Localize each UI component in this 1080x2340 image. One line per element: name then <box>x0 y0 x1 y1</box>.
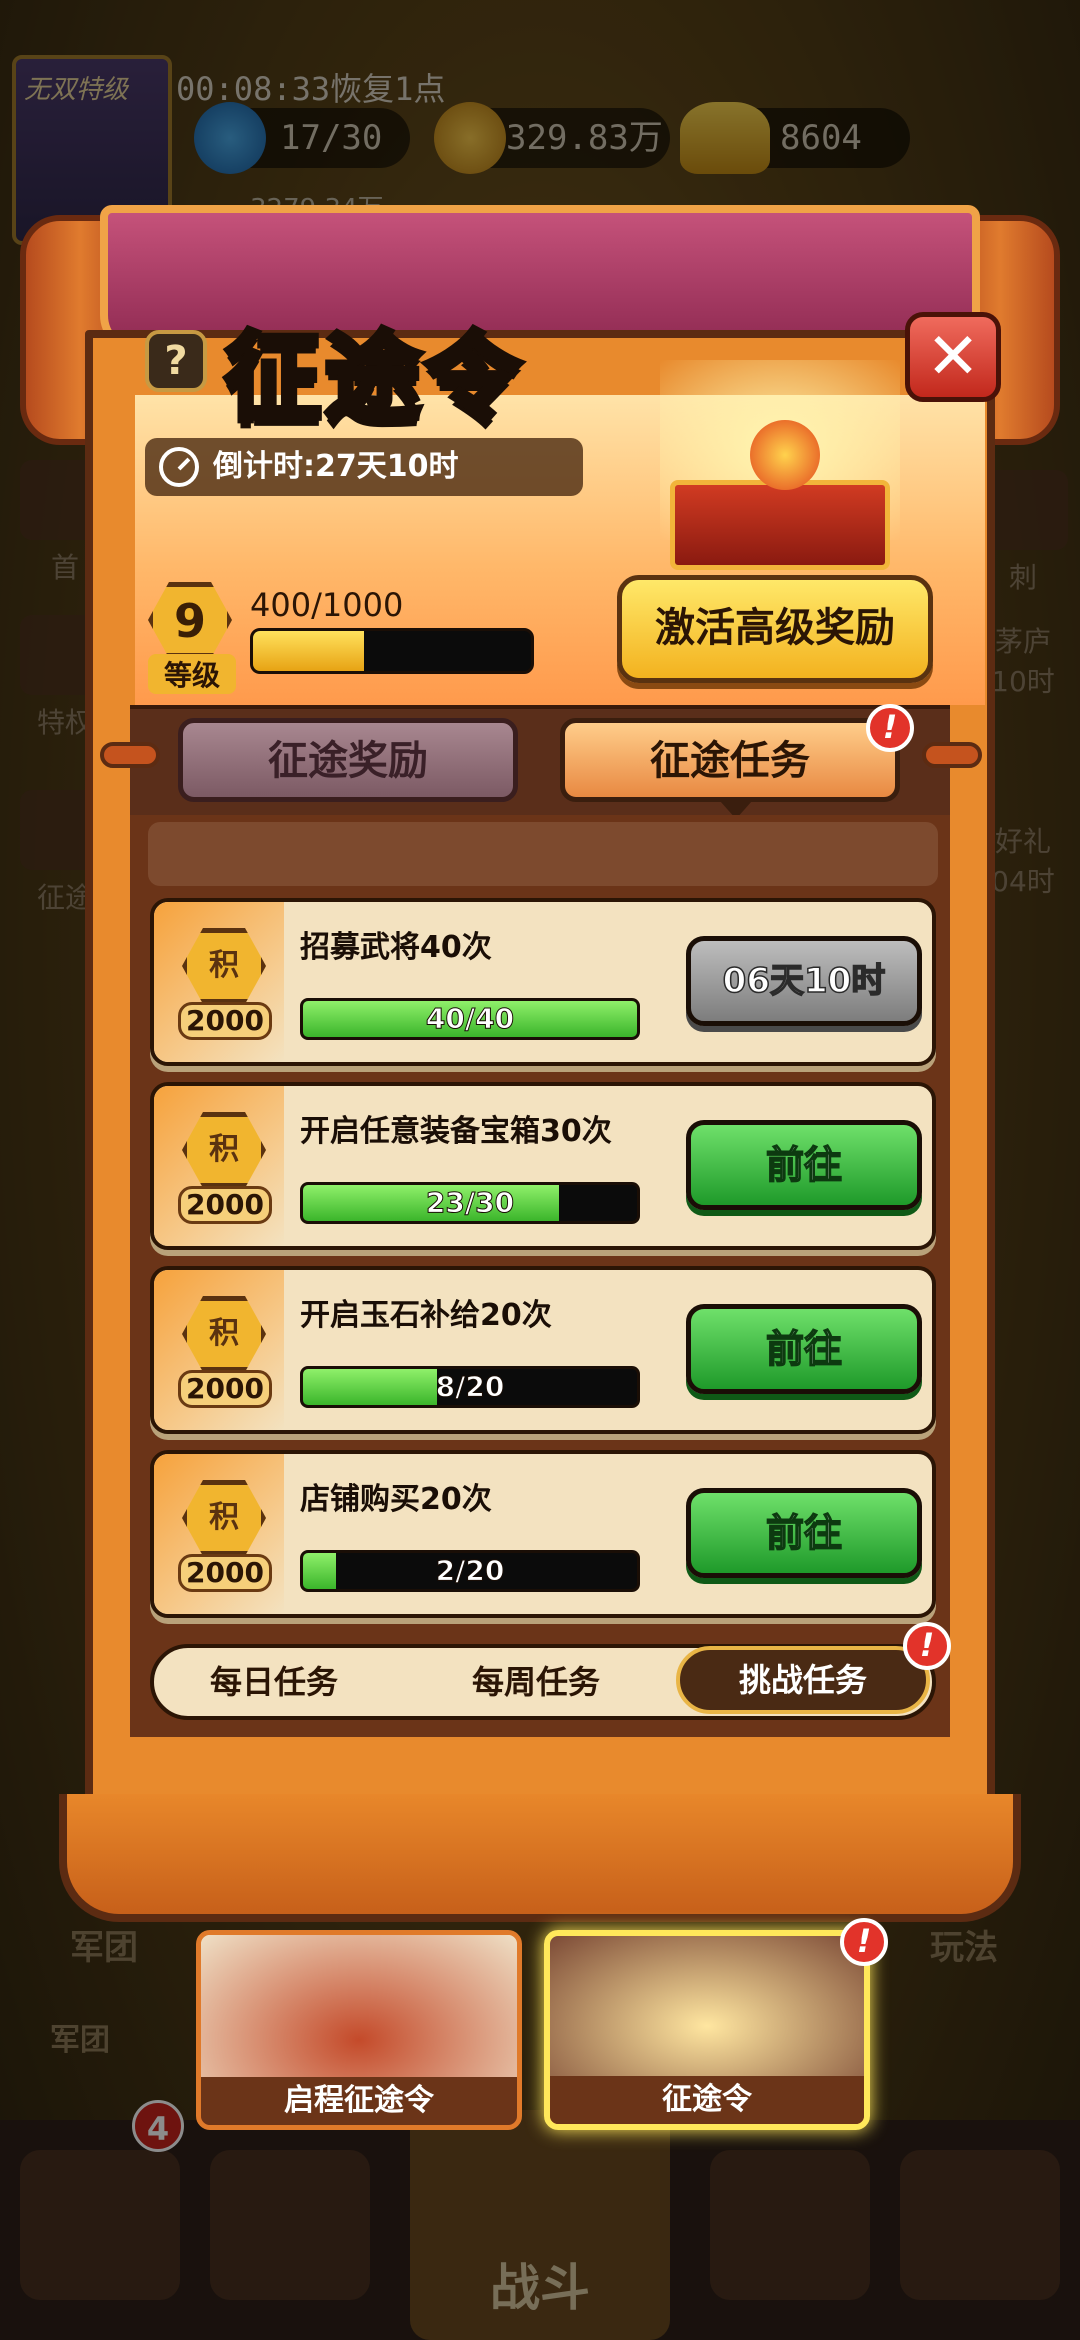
tab-peg-right <box>922 742 982 768</box>
task-action-button[interactable]: 前往 <box>686 1304 922 1394</box>
card-label: 启程征途令 <box>201 2077 517 2125</box>
tab-daily-tasks[interactable]: 每日任务 <box>154 1648 394 1716</box>
task-action-button[interactable]: 前往 <box>686 1120 922 1210</box>
card-label: 征途令 <box>550 2076 864 2124</box>
treasure-chest-icon <box>670 480 890 570</box>
experience-bar <box>250 628 534 674</box>
level-label: 等级 <box>148 654 236 694</box>
clock-icon <box>159 447 199 487</box>
season-countdown: 倒计时:27天10时 <box>145 438 583 496</box>
pass-card-alert-badge: ! <box>840 1918 888 1966</box>
countdown-text: 倒计时:27天10时 <box>213 449 459 484</box>
task-title: 店铺购买20次 <box>300 1482 492 1517</box>
experience-bar-fill <box>253 631 365 671</box>
tab-challenge-tasks[interactable]: 挑战任务 <box>676 1646 930 1714</box>
task-title: 招募武将40次 <box>300 930 492 965</box>
level-number: 9 <box>148 582 232 658</box>
task-progress-text: 23/30 <box>425 1186 515 1220</box>
task-title: 开启玉石补给20次 <box>300 1298 552 1333</box>
heroes-illustration <box>201 1935 517 2085</box>
fire-emblem-icon <box>750 420 820 490</box>
points-icon-label: 积 <box>209 1316 239 1351</box>
points-value: 2000 <box>178 1554 272 1592</box>
points-icon-label: 积 <box>209 948 239 983</box>
task-progress-text: 8/20 <box>435 1370 505 1404</box>
experience-text: 400/1000 <box>250 586 404 624</box>
task-action-button[interactable]: 前往 <box>686 1488 922 1578</box>
task-title: 开启任意装备宝箱30次 <box>300 1114 612 1149</box>
points-value: 2000 <box>178 1002 272 1040</box>
task-progress-text: 2/20 <box>435 1554 505 1588</box>
task-progress-bar: 8/20 <box>300 1366 640 1408</box>
tab-weekly-tasks[interactable]: 每周任务 <box>416 1648 656 1716</box>
card-start-pass[interactable]: 启程征途令 <box>196 1930 522 2130</box>
card-pass[interactable]: 征途令 <box>544 1930 870 2130</box>
task-progress-text: 40/40 <box>425 1002 515 1036</box>
task-progress-bar: 40/40 <box>300 998 640 1040</box>
points-value: 2000 <box>178 1186 272 1224</box>
level-badge: 9 等级 <box>148 582 236 694</box>
task-row: 积 2000 招募武将40次 40/40 06天10时 <box>150 898 936 1066</box>
points-value: 2000 <box>178 1370 272 1408</box>
task-row: 积 2000 开启任意装备宝箱30次 23/30 前往 <box>150 1082 936 1250</box>
tab-pass-tasks[interactable]: 征途任务 <box>560 718 900 819</box>
task-action-button[interactable]: 06天10时 <box>686 936 922 1026</box>
challenge-alert-badge: ! <box>903 1622 951 1670</box>
task-row: 积 2000 店铺购买20次 2/20 前往 <box>150 1450 936 1618</box>
tab-peg-left <box>100 742 160 768</box>
task-list-banner <box>148 822 938 886</box>
help-button[interactable]: ? <box>145 330 207 392</box>
task-progress-bar: 2/20 <box>300 1550 640 1592</box>
tasks-alert-badge: ! <box>866 704 914 752</box>
task-category-tabs: 每日任务 每周任务 挑战任务 <box>150 1644 936 1720</box>
points-icon-label: 积 <box>209 1132 239 1167</box>
chest-illustration <box>550 1936 864 2086</box>
points-icon-label: 积 <box>209 1500 239 1535</box>
tab-pass-rewards[interactable]: 征途奖励 <box>178 718 518 802</box>
panel-title: 征途令 <box>222 319 525 437</box>
close-button[interactable]: ✕ <box>905 312 1001 402</box>
task-progress-bar: 23/30 <box>300 1182 640 1224</box>
activate-premium-button[interactable]: 激活高级奖励 <box>617 575 933 683</box>
premium-chest-illustration <box>650 360 910 570</box>
task-row: 积 2000 开启玉石补给20次 8/20 前往 <box>150 1266 936 1434</box>
